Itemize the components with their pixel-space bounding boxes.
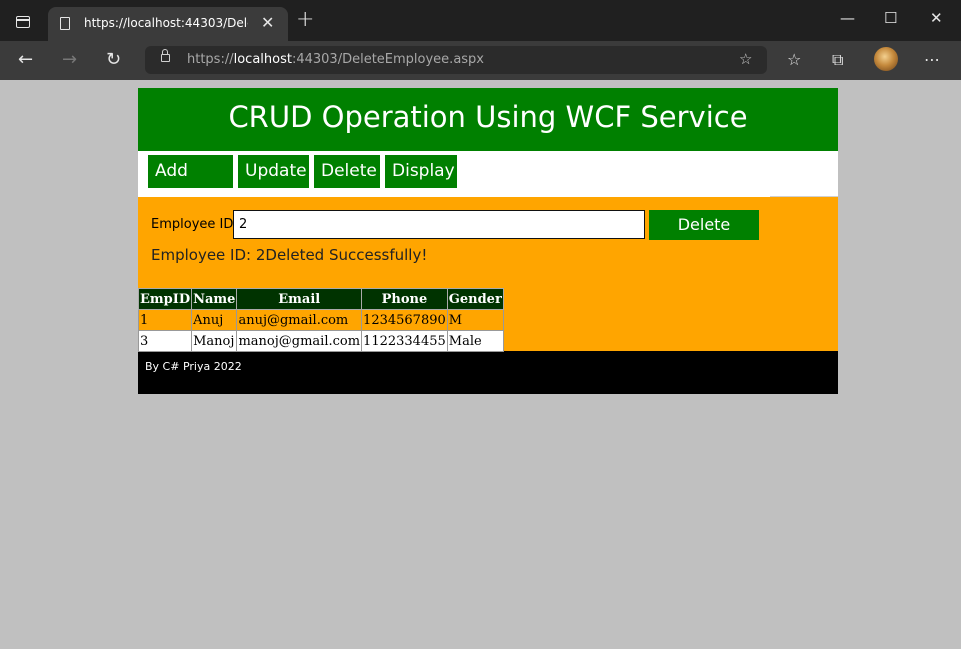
update-button[interactable]: Update	[238, 155, 309, 188]
browser-tab[interactable]: https://localhost:44303/DeleteEmployee.a…	[48, 7, 288, 41]
more-icon[interactable]: ⋯	[924, 50, 940, 70]
page-title: CRUD Operation Using WCF Service	[138, 88, 838, 151]
column-header-email: Email	[236, 288, 363, 310]
cell-empid: 3	[137, 330, 193, 352]
forward-icon[interactable]: →	[62, 50, 77, 70]
tab-close-icon[interactable]: ✕	[261, 14, 274, 32]
menu-bar: Add New Update Delete Display	[138, 151, 838, 214]
back-icon[interactable]: ←	[18, 50, 33, 70]
employee-id-input[interactable]: 2	[233, 210, 645, 239]
url-text: https://localhost:44303/DeleteEmployee.a…	[187, 52, 484, 67]
column-header-empid: EmpID	[137, 288, 193, 310]
cell-email: anuj@gmail.com	[236, 309, 363, 331]
tab-title: https://localhost:44303/DeleteEmployee.a…	[84, 16, 248, 30]
delete-menu-button[interactable]: Delete	[314, 155, 380, 188]
close-window-icon[interactable]: ✕	[930, 8, 943, 28]
refresh-icon[interactable]: ↻	[106, 50, 121, 70]
cell-phone: 1122334455	[361, 330, 448, 352]
page-footer: By C# Priya 2022	[138, 351, 838, 394]
page-icon	[60, 17, 70, 30]
column-header-gender: Gender	[446, 288, 504, 310]
add-favorite-icon[interactable]: ☆	[739, 50, 752, 68]
cell-phone: 1234567890	[361, 309, 448, 331]
cell-gender: Male	[446, 330, 504, 352]
divider	[770, 196, 838, 197]
maximize-icon[interactable]: ☐	[884, 8, 897, 28]
delete-form-panel: Employee ID 2 Delete Employee ID: 2Delet…	[137, 196, 838, 352]
column-header-phone: Phone	[361, 288, 448, 310]
collections-icon[interactable]: ⧉	[832, 50, 843, 70]
delete-button[interactable]: Delete	[649, 210, 759, 240]
profile-avatar[interactable]	[874, 47, 898, 71]
lock-icon[interactable]	[161, 49, 170, 62]
cell-name: Manoj	[191, 330, 238, 352]
add-new-button[interactable]: Add New	[148, 155, 233, 214]
cell-email: manoj@gmail.com	[236, 330, 363, 352]
address-bar-row: ← → ↻ https://localhost:44303/DeleteEmpl…	[0, 41, 961, 80]
minimize-icon[interactable]: —	[840, 8, 855, 28]
employee-id-label: Employee ID	[151, 217, 234, 232]
status-message: Employee ID: 2Deleted Successfully!	[151, 246, 428, 264]
url-field[interactable]: https://localhost:44303/DeleteEmployee.a…	[145, 46, 767, 74]
browser-tab-bar: https://localhost:44303/DeleteEmployee.a…	[0, 0, 961, 41]
table-header-row: EmpID Name Email Phone Gender	[137, 288, 504, 310]
cell-empid: 1	[137, 309, 193, 331]
page-container: CRUD Operation Using WCF Service Add New…	[137, 88, 838, 394]
tab-actions-icon[interactable]	[16, 16, 30, 28]
cell-gender: M	[446, 309, 504, 331]
employee-table: EmpID Name Email Phone Gender 1 Anuj anu…	[137, 288, 504, 352]
table-row: 3 Manoj manoj@gmail.com 1122334455 Male	[137, 330, 504, 352]
column-header-name: Name	[191, 288, 238, 310]
cell-name: Anuj	[191, 309, 238, 331]
table-row: 1 Anuj anuj@gmail.com 1234567890 M	[137, 309, 504, 331]
new-tab-icon[interactable]: +	[296, 9, 314, 31]
favorites-icon[interactable]: ☆	[787, 50, 801, 70]
display-button[interactable]: Display	[385, 155, 457, 188]
